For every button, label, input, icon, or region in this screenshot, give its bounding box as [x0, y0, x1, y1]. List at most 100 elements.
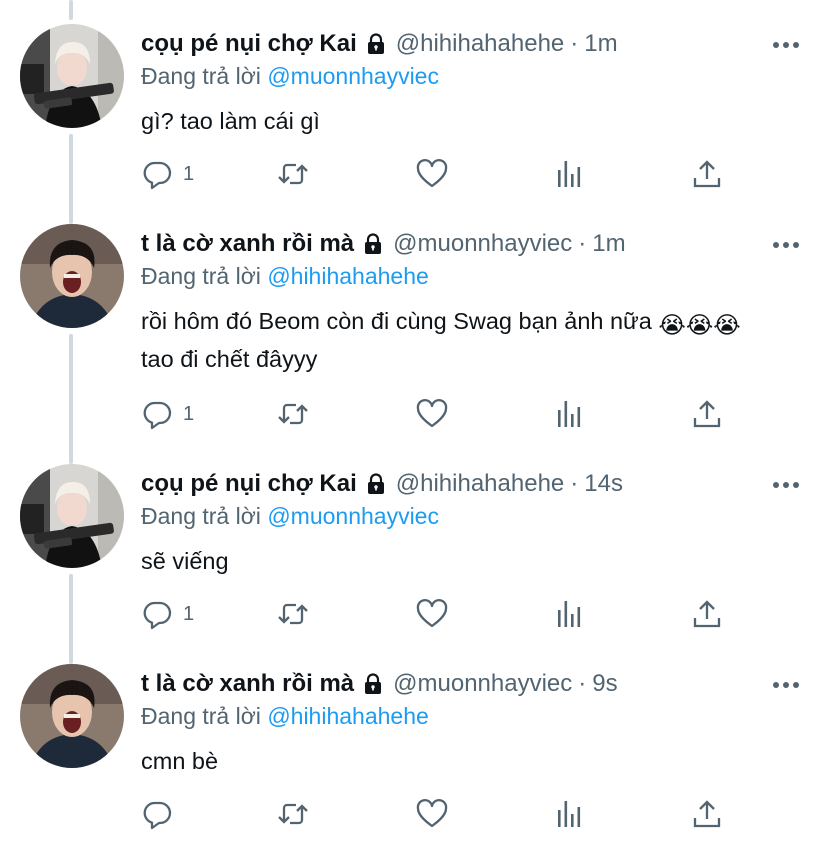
tweet-header: cọụ pé nụi chợ Kai @hihihahahehe · 1m: [141, 28, 618, 60]
avatar[interactable]: [20, 664, 124, 768]
retweet-button[interactable]: [277, 797, 309, 831]
reply-icon: [141, 398, 173, 430]
tweet[interactable]: cọụ pé nụi chợ Kai @hihihahahehe · 1m Đa…: [0, 0, 828, 200]
analytics-icon: [554, 398, 586, 430]
reply-icon: [141, 798, 173, 830]
replying-to: Đang trả lời @hihihahahehe: [141, 263, 429, 290]
display-name[interactable]: cọụ pé nụi chợ Kai: [141, 470, 357, 498]
tweet-text-line: rồi hôm đó Beom còn đi cùng Swag bạn ảnh…: [141, 308, 659, 334]
retweet-icon: [277, 598, 309, 630]
more-icon[interactable]: [772, 36, 800, 48]
replying-to: Đang trả lời @muonnhayviec: [141, 63, 439, 90]
reply-count: 1: [183, 162, 195, 185]
tweet-text-line: tao đi chết đâyyy: [141, 346, 318, 372]
share-icon: [691, 158, 723, 190]
like-icon: [416, 798, 448, 830]
reply-icon: [141, 598, 173, 630]
retweet-icon: [277, 158, 309, 190]
share-button[interactable]: [691, 157, 723, 191]
action-bar: [141, 797, 741, 833]
retweet-button[interactable]: [277, 157, 309, 191]
tweet-text-line: sẽ viếng: [141, 548, 229, 574]
avatar[interactable]: [20, 24, 124, 128]
timestamp[interactable]: 1m: [592, 230, 625, 258]
avatar[interactable]: [20, 464, 124, 568]
more-icon[interactable]: [772, 236, 800, 248]
user-handle[interactable]: @muonnhayviec: [393, 670, 572, 698]
tweet[interactable]: t là cờ xanh rồi mà @muonnhayviec · 9s Đ…: [0, 640, 828, 840]
replying-prefix: Đang trả lời: [141, 63, 268, 89]
share-icon: [691, 598, 723, 630]
analytics-button[interactable]: [554, 597, 586, 631]
lock-icon: [361, 672, 385, 696]
tweet[interactable]: cọụ pé nụi chợ Kai @hihihahahehe · 14s Đ…: [0, 440, 828, 640]
reply-button[interactable]: 1: [141, 397, 194, 431]
share-icon: [691, 398, 723, 430]
analytics-button[interactable]: [554, 797, 586, 831]
tweet-text: sẽ viếng: [141, 544, 801, 578]
crying-emoji: 😭😭😭: [658, 312, 741, 338]
reply-button[interactable]: 1: [141, 157, 194, 191]
retweet-button[interactable]: [277, 597, 309, 631]
retweet-button[interactable]: [277, 397, 309, 431]
mention-link[interactable]: @muonnhayviec: [267, 63, 439, 89]
display-name[interactable]: t là cờ xanh rồi mà: [141, 230, 354, 258]
like-icon: [416, 598, 448, 630]
user-handle[interactable]: @hihihahahehe: [396, 470, 565, 498]
mention-link[interactable]: @hihihahahehe: [267, 263, 428, 289]
retweet-icon: [277, 398, 309, 430]
like-button[interactable]: [416, 157, 448, 191]
tweet[interactable]: t là cờ xanh rồi mà @muonnhayviec · 1m Đ…: [0, 200, 828, 440]
replying-prefix: Đang trả lời: [141, 503, 268, 529]
timestamp[interactable]: 14s: [584, 470, 623, 498]
display-name[interactable]: cọụ pé nụi chợ Kai: [141, 30, 357, 58]
separator: ·: [570, 470, 579, 497]
tweet-text: gì? tao làm cái gì: [141, 104, 801, 138]
tweet-text: cmn bè: [141, 744, 801, 778]
lock-icon: [364, 32, 388, 56]
avatar[interactable]: [20, 224, 124, 328]
share-button[interactable]: [691, 597, 723, 631]
replying-prefix: Đang trả lời: [141, 703, 268, 729]
action-bar: 1: [141, 597, 741, 633]
like-icon: [416, 398, 448, 430]
like-icon: [416, 158, 448, 190]
more-icon[interactable]: [772, 476, 800, 488]
action-bar: 1: [141, 397, 741, 433]
more-icon[interactable]: [772, 676, 800, 688]
tweet-header: t là cờ xanh rồi mà @muonnhayviec · 9s: [141, 668, 618, 700]
timestamp[interactable]: 1m: [584, 30, 617, 58]
user-handle[interactable]: @hihihahahehe: [396, 30, 565, 58]
share-button[interactable]: [691, 397, 723, 431]
separator: ·: [578, 670, 587, 697]
mention-link[interactable]: @hihihahahehe: [267, 703, 428, 729]
timestamp[interactable]: 9s: [592, 670, 617, 698]
lock-icon: [364, 472, 388, 496]
reply-button[interactable]: [141, 797, 183, 831]
tweet-text-line: gì? tao làm cái gì: [141, 108, 320, 134]
reply-count: 1: [183, 402, 195, 425]
tweet-header: t là cờ xanh rồi mà @muonnhayviec · 1m: [141, 228, 626, 260]
reply-count: 1: [183, 602, 195, 625]
analytics-button[interactable]: [554, 157, 586, 191]
tweet-header: cọụ pé nụi chợ Kai @hihihahahehe · 14s: [141, 468, 623, 500]
tweet-text: rồi hôm đó Beom còn đi cùng Swag bạn ảnh…: [141, 304, 801, 376]
analytics-icon: [554, 598, 586, 630]
retweet-icon: [277, 798, 309, 830]
share-button[interactable]: [691, 797, 723, 831]
replying-prefix: Đang trả lời: [141, 263, 268, 289]
like-button[interactable]: [416, 797, 448, 831]
lock-icon: [361, 232, 385, 256]
share-icon: [691, 798, 723, 830]
replying-to: Đang trả lời @muonnhayviec: [141, 503, 439, 530]
display-name[interactable]: t là cờ xanh rồi mà: [141, 670, 354, 698]
like-button[interactable]: [416, 397, 448, 431]
analytics-icon: [554, 158, 586, 190]
user-handle[interactable]: @muonnhayviec: [393, 230, 572, 258]
reply-button[interactable]: 1: [141, 597, 194, 631]
like-button[interactable]: [416, 597, 448, 631]
separator: ·: [578, 230, 587, 257]
tweet-text-line: cmn bè: [141, 748, 219, 774]
analytics-button[interactable]: [554, 397, 586, 431]
mention-link[interactable]: @muonnhayviec: [267, 503, 439, 529]
